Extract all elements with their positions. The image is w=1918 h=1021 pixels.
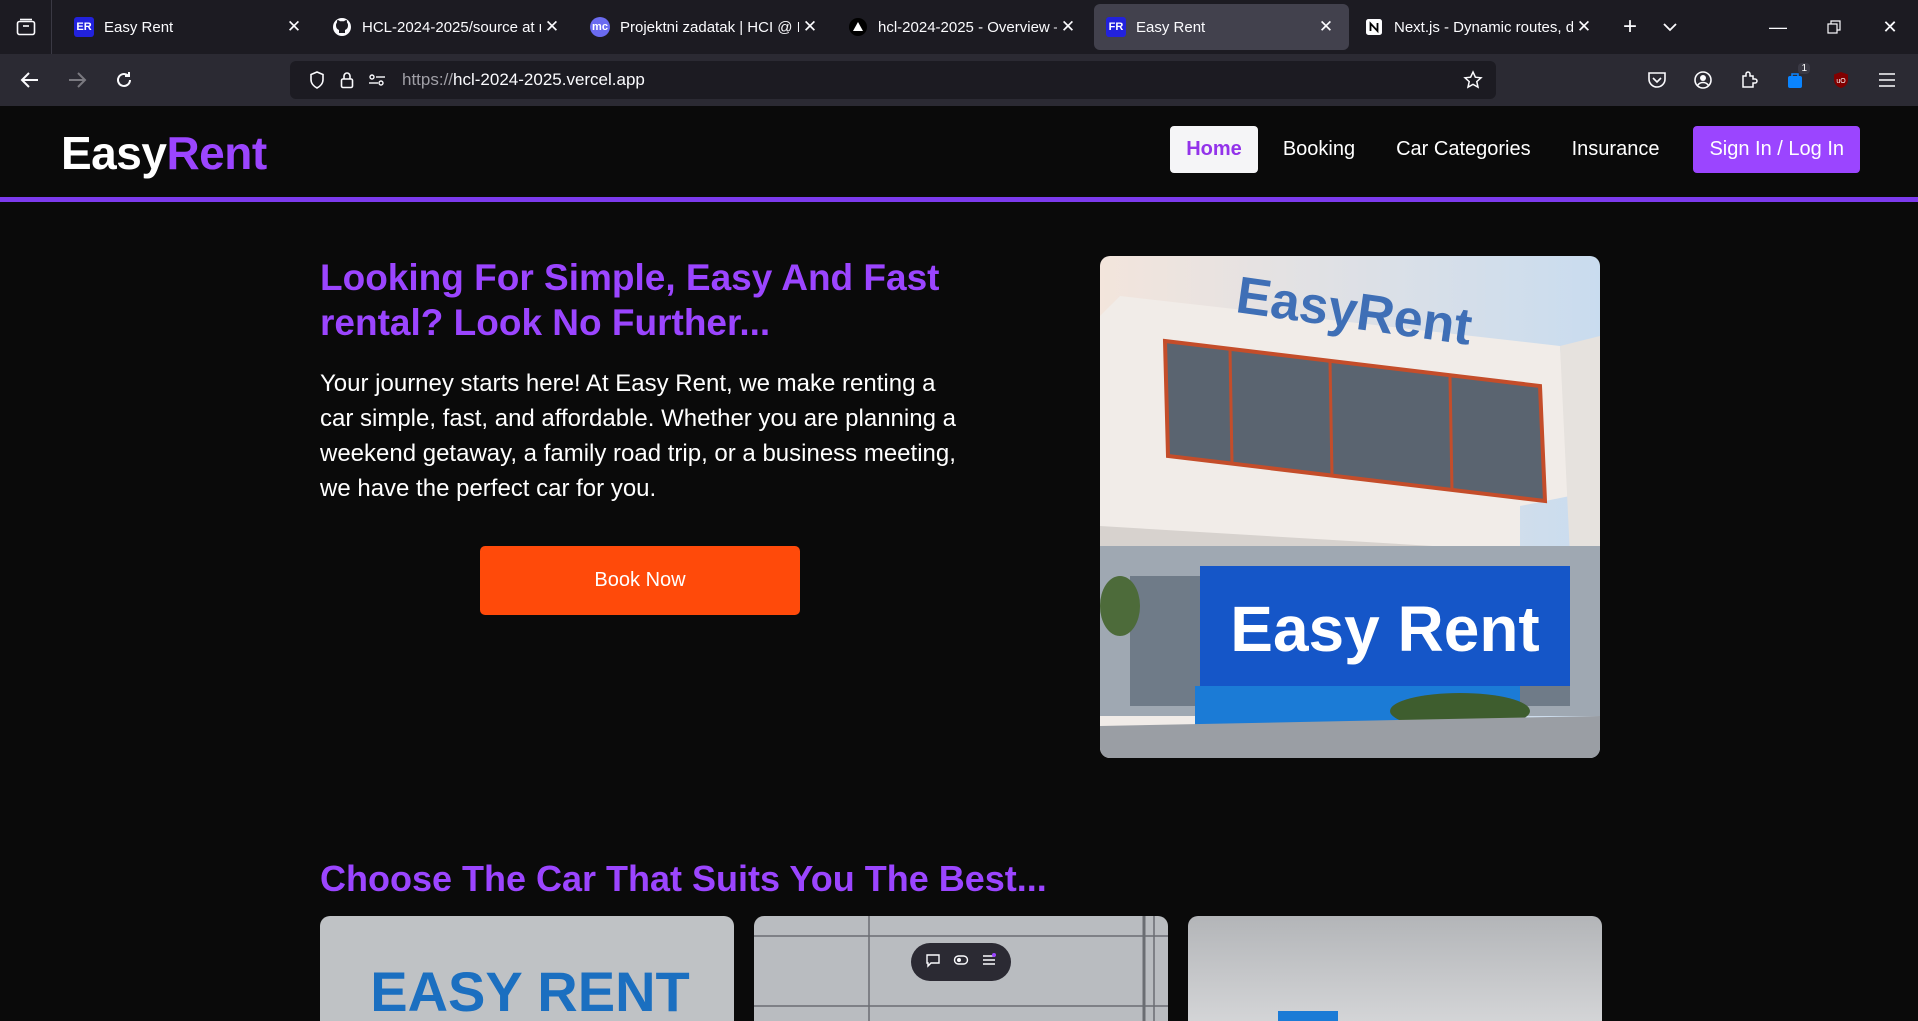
browser-tab-bar: ER Easy Rent ✕ HCL-2024-2025/source at m… xyxy=(0,0,1918,54)
logo-part-rent: Rent xyxy=(166,127,267,179)
browser-tab[interactable]: mc Projektni zadatak | HCI @ FE ✕ xyxy=(578,4,833,50)
tab-favicon: ER xyxy=(74,17,94,37)
signin-button[interactable]: Sign In / Log In xyxy=(1693,126,1860,173)
hero-title: Looking For Simple, Easy And Fast rental… xyxy=(320,257,940,343)
pocket-icon[interactable] xyxy=(1634,58,1680,102)
nav-car-categories[interactable]: Car Categories xyxy=(1380,126,1547,173)
nav-home[interactable]: Home xyxy=(1170,126,1258,173)
hero-image-storefront: EasyRent Easy Rent xyxy=(1100,256,1600,758)
shield-icon[interactable] xyxy=(302,65,332,95)
logo-part-easy: Easy xyxy=(61,127,167,179)
close-tab-icon[interactable]: ✕ xyxy=(541,16,563,38)
browser-tab[interactable]: ER Easy Rent ✕ xyxy=(62,4,317,50)
extensions-icon[interactable] xyxy=(1726,58,1772,102)
tab-title: Projektni zadatak | HCI @ FE xyxy=(620,18,799,36)
browser-tab[interactable]: Next.js - Dynamic routes, da ✕ xyxy=(1352,4,1607,50)
book-now-button[interactable]: Book Now xyxy=(480,546,800,615)
site-header: EasyRent Home Booking Car Categories Ins… xyxy=(0,106,1918,202)
reload-icon[interactable] xyxy=(102,58,146,102)
lock-icon[interactable] xyxy=(332,65,362,95)
account-icon[interactable] xyxy=(1680,58,1726,102)
tab-overview-icon xyxy=(16,18,35,36)
tab-title: hcl-2024-2025 - Overview – xyxy=(878,18,1057,36)
main-nav: Home Booking Car Categories Insurance Si… xyxy=(1161,126,1860,173)
menu-hamburger-icon[interactable] xyxy=(1864,58,1910,102)
close-window-icon[interactable]: ✕ xyxy=(1862,0,1918,54)
vercel-icon xyxy=(848,17,868,37)
toggle-icon[interactable] xyxy=(953,952,969,973)
url-text[interactable]: https://hcl-2024-2025.vercel.app xyxy=(402,70,645,90)
url-host: hcl-2024-2025.vercel.app xyxy=(453,70,645,89)
tab-favicon: FR xyxy=(1106,17,1126,37)
close-tab-icon[interactable]: ✕ xyxy=(1573,16,1595,38)
tab-title: Easy Rent xyxy=(1136,18,1206,36)
new-tab-icon[interactable]: + xyxy=(1610,7,1650,47)
browser-tab[interactable]: hcl-2024-2025 - Overview – ✕ xyxy=(836,4,1091,50)
github-icon xyxy=(332,17,352,37)
permissions-icon[interactable] xyxy=(362,65,392,95)
address-bar[interactable]: https://hcl-2024-2025.vercel.app xyxy=(290,61,1496,99)
minimize-icon[interactable]: — xyxy=(1750,0,1806,54)
chevron-down-icon[interactable] xyxy=(1650,7,1690,47)
comment-icon[interactable] xyxy=(925,952,941,973)
car-card[interactable] xyxy=(1188,916,1602,1021)
nav-booking[interactable]: Booking xyxy=(1267,126,1371,173)
nav-insurance[interactable]: Insurance xyxy=(1556,126,1676,173)
svg-text:uO: uO xyxy=(1836,78,1846,85)
extension-badge-icon[interactable]: 1 xyxy=(1772,58,1818,102)
site-logo[interactable]: EasyRent xyxy=(61,126,267,180)
browser-toolbar: https://hcl-2024-2025.vercel.app 1 uO xyxy=(0,54,1918,106)
hero-image-main-sign: Easy Rent xyxy=(1230,593,1539,665)
car-card-sign-text: EASY RENT xyxy=(370,960,689,1021)
notion-icon xyxy=(1364,17,1384,37)
hero-description: Your journey starts here! At Easy Rent, … xyxy=(320,370,956,502)
tab-list-button[interactable] xyxy=(0,0,52,54)
bookmark-star-icon[interactable] xyxy=(1458,65,1488,95)
extension-badge-count: 1 xyxy=(1798,63,1810,74)
ublock-icon[interactable]: uO xyxy=(1818,58,1864,102)
browser-tab[interactable]: HCL-2024-2025/source at m ✕ xyxy=(320,4,575,50)
close-tab-icon[interactable]: ✕ xyxy=(1057,16,1079,38)
back-arrow-icon[interactable] xyxy=(8,58,52,102)
tab-title: HCL-2024-2025/source at m xyxy=(362,18,541,36)
forward-arrow-icon[interactable] xyxy=(55,58,99,102)
tab-title: Next.js - Dynamic routes, da xyxy=(1394,18,1573,36)
close-tab-icon[interactable]: ✕ xyxy=(799,16,821,38)
tab-title: Easy Rent xyxy=(104,18,174,36)
url-protocol: https:// xyxy=(402,70,454,89)
floating-toolbar xyxy=(911,943,1011,981)
close-tab-icon[interactable]: ✕ xyxy=(283,16,305,38)
close-tab-icon[interactable]: ✕ xyxy=(1315,16,1337,38)
list-menu-icon[interactable] xyxy=(981,952,997,973)
car-card[interactable]: EASY RENT xyxy=(320,916,734,1021)
browser-tab-active[interactable]: FR Easy Rent ✕ xyxy=(1094,4,1349,50)
tab-favicon: mc xyxy=(590,17,610,37)
restore-icon[interactable] xyxy=(1806,0,1862,54)
section-title: Choose The Car That Suits You The Best..… xyxy=(320,858,1047,899)
